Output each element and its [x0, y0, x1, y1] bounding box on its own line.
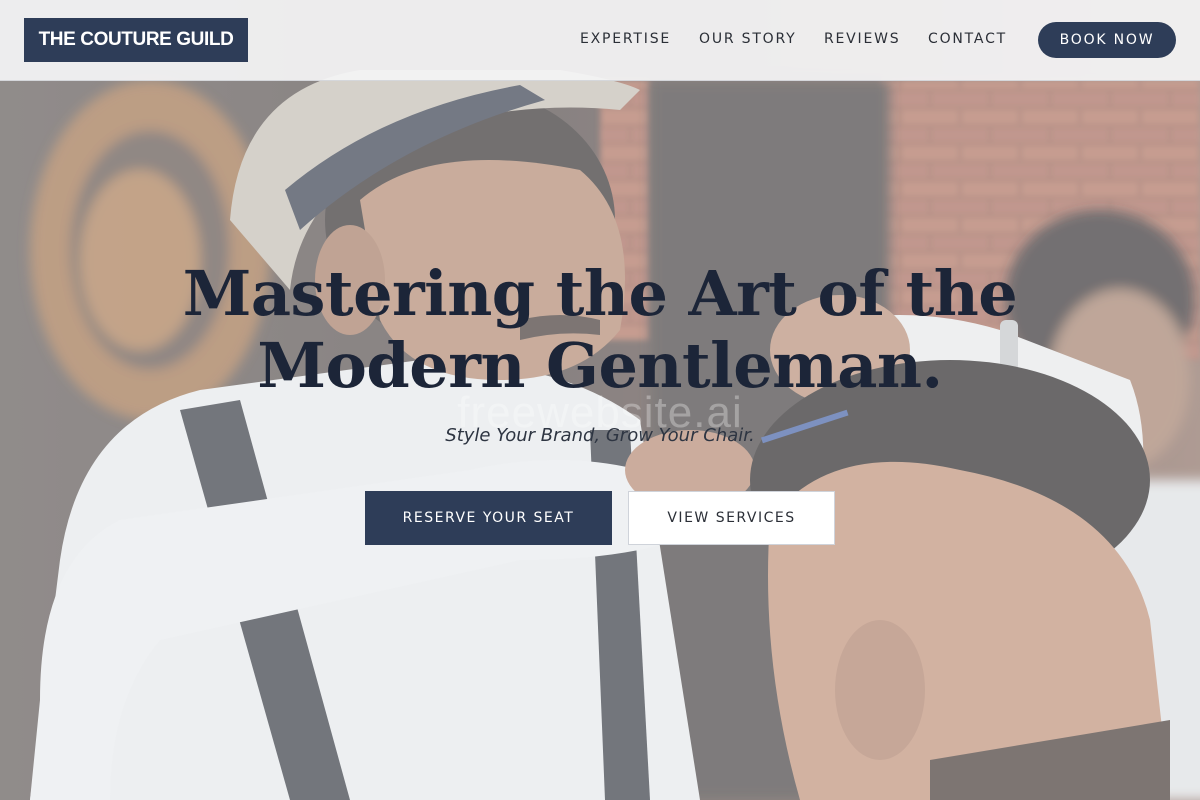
hero-headline-line-1: Mastering the Art of the: [182, 257, 1018, 330]
nav-link-contact[interactable]: CONTACT: [928, 31, 1007, 47]
hero-headline-line-2: Modern Gentleman.: [257, 329, 943, 402]
reserve-seat-button[interactable]: RESERVE YOUR SEAT: [365, 491, 612, 545]
hero-tagline: Style Your Brand, Grow Your Chair.: [445, 425, 755, 446]
nav-link-reviews[interactable]: REVIEWS: [824, 31, 900, 47]
view-services-button[interactable]: VIEW SERVICES: [628, 491, 835, 545]
book-now-button[interactable]: BOOK NOW: [1038, 22, 1176, 58]
hero-headline: Mastering the Art of the Modern Gentlema…: [0, 258, 1200, 402]
site-logo[interactable]: THE COUTURE GUILD: [24, 18, 248, 62]
site-header: THE COUTURE GUILD EXPERTISE OUR STORY RE…: [0, 0, 1200, 81]
nav-link-our-story[interactable]: OUR STORY: [699, 31, 797, 47]
nav-link-expertise[interactable]: EXPERTISE: [580, 31, 671, 47]
